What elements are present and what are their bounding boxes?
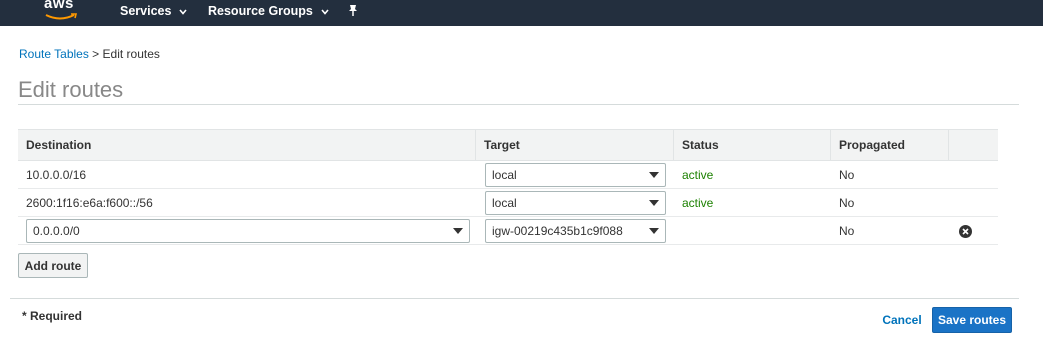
add-route-button[interactable]: Add route [18, 253, 88, 278]
dropdown-caret-icon [649, 200, 659, 206]
dropdown-caret-icon [649, 228, 659, 234]
breadcrumb-separator: > [92, 47, 100, 61]
target-select-value: local [492, 168, 517, 182]
propagated-cell: No [839, 224, 855, 238]
aws-smile-icon [45, 13, 78, 20]
column-header-actions [948, 130, 998, 161]
column-header-target: Target [475, 130, 673, 161]
routes-table: Destination Target Status Propagated 10.… [18, 129, 998, 245]
propagated-cell: No [839, 196, 855, 210]
table-header: Destination Target Status Propagated [18, 129, 998, 161]
chevron-down-icon [179, 4, 188, 18]
aws-logo-text: aws [44, 0, 74, 12]
footer-divider [10, 298, 1019, 299]
cancel-button[interactable]: Cancel [876, 307, 928, 333]
destination-cell: 2600:1f16:e6a:f600::/56 [26, 196, 153, 210]
column-header-destination: Destination [26, 138, 92, 152]
table-row: 2600:1f16:e6a:f600::/56 local active No [18, 189, 998, 217]
services-label: Services [120, 4, 172, 18]
services-menu[interactable]: Services [120, 4, 188, 18]
dropdown-caret-icon [649, 172, 659, 178]
table-row: 10.0.0.0/16 local active No [18, 161, 998, 189]
propagated-cell: No [839, 168, 855, 182]
destination-cell: 10.0.0.0/16 [26, 168, 87, 182]
target-select[interactable]: local [485, 163, 666, 187]
target-select[interactable]: local [485, 191, 666, 215]
breadcrumb: Route Tables > Edit routes [19, 47, 160, 61]
resource-groups-menu[interactable]: Resource Groups [208, 4, 329, 18]
status-cell: active [682, 196, 714, 210]
chevron-down-icon [321, 4, 329, 18]
remove-route-icon[interactable] [959, 225, 972, 238]
aws-logo[interactable]: aws [44, 0, 80, 21]
pin-icon[interactable] [347, 4, 359, 21]
target-select[interactable]: igw-00219c435b1c9f088 [485, 219, 666, 243]
breadcrumb-current: Edit routes [102, 47, 160, 61]
dropdown-caret-icon [453, 228, 463, 234]
column-header-propagated: Propagated [830, 130, 948, 161]
destination-select[interactable]: 0.0.0.0/0 [26, 219, 470, 243]
top-navigation-bar: aws Services Resource Groups [0, 0, 1043, 26]
breadcrumb-route-tables-link[interactable]: Route Tables [19, 47, 89, 61]
table-row: 0.0.0.0/0 igw-00219c435b1c9f088 No [18, 217, 998, 245]
title-divider [18, 104, 1019, 105]
column-header-status: Status [673, 130, 830, 161]
required-note: * Required [22, 309, 83, 323]
target-select-value: local [492, 196, 517, 210]
save-routes-button[interactable]: Save routes [932, 307, 1012, 333]
page-title: Edit routes [18, 77, 124, 102]
resource-groups-label: Resource Groups [208, 4, 313, 18]
target-select-value: igw-00219c435b1c9f088 [492, 224, 623, 238]
status-cell: active [682, 168, 714, 182]
destination-select-value: 0.0.0.0/0 [33, 224, 80, 238]
